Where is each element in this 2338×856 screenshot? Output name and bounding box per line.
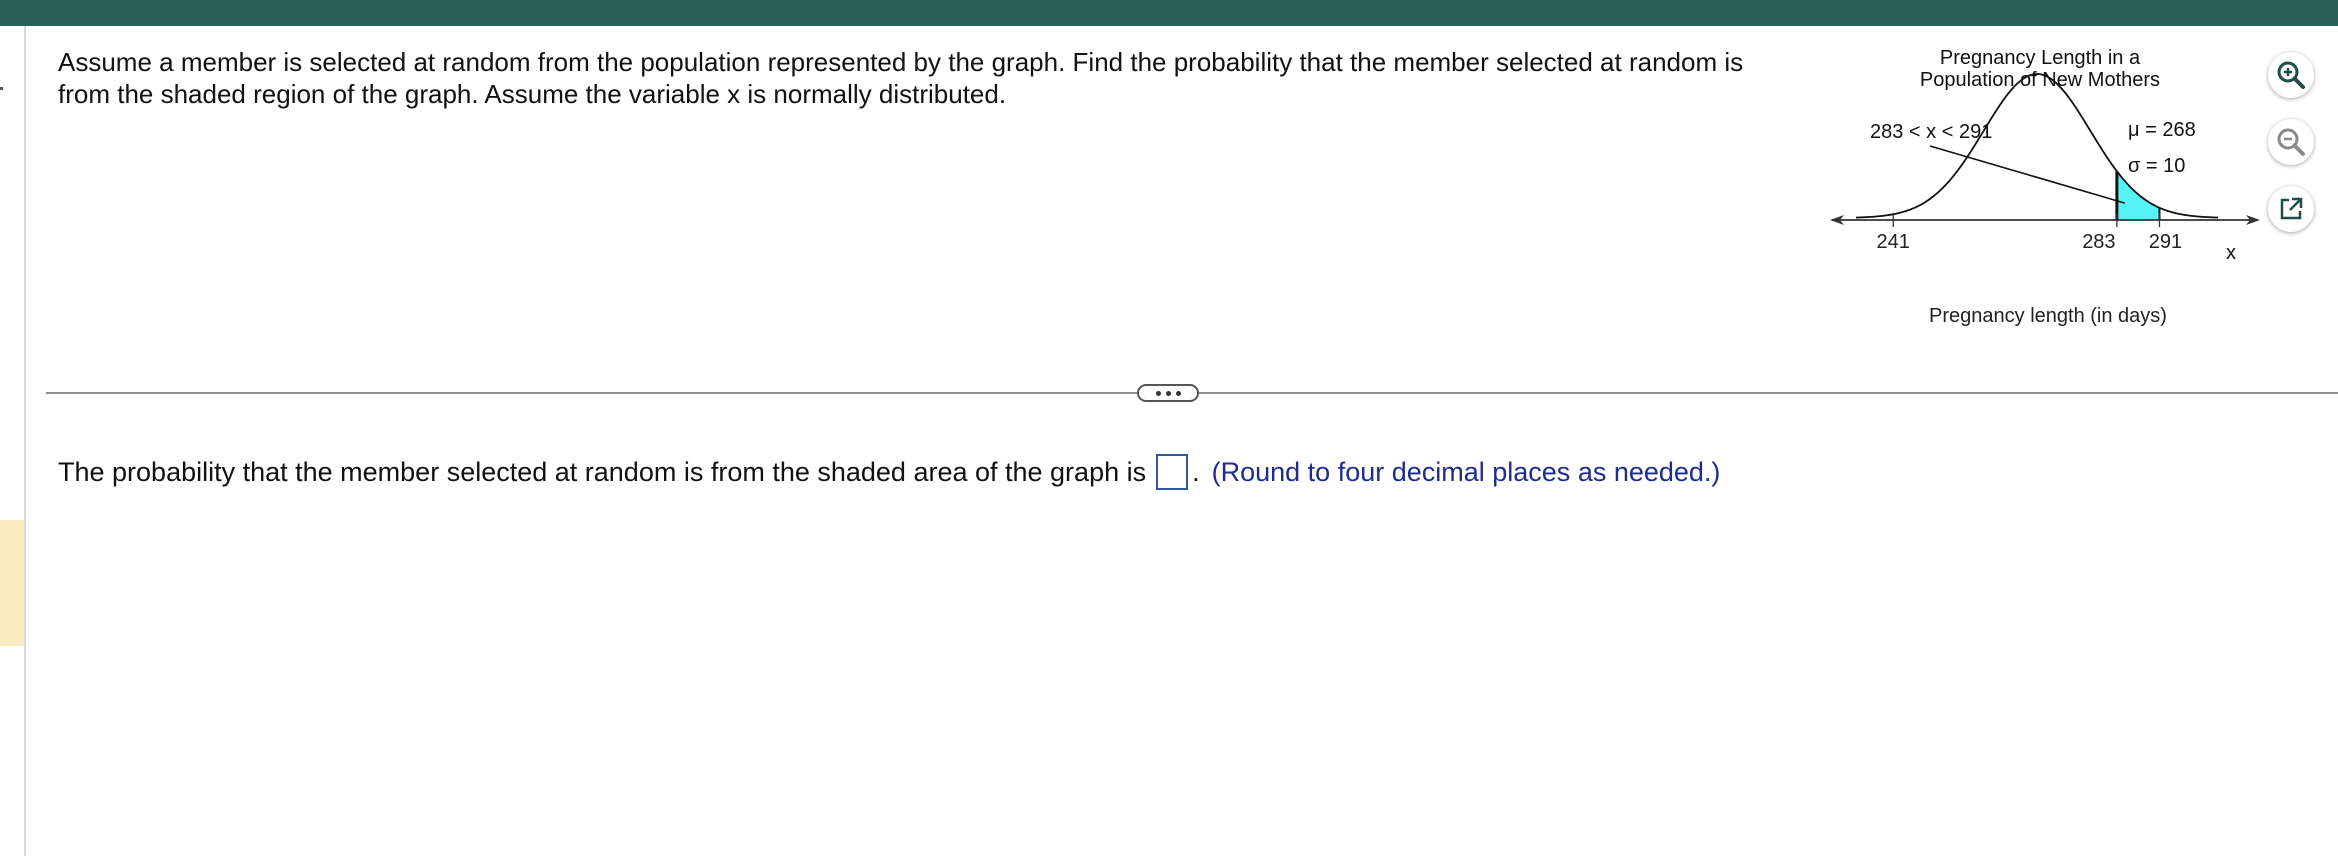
header-bar	[0, 0, 2338, 26]
left-edge-mark	[0, 87, 3, 90]
question-marker	[0, 520, 24, 646]
sd-label: σ = 10	[2128, 155, 2185, 177]
expand-more-button[interactable]	[1137, 384, 1199, 402]
answer-prompt: The probability that the member selected…	[58, 457, 1147, 487]
rounding-hint: (Round to four decimal places as needed.…	[1211, 457, 1721, 487]
figure-title-line-2: Population of New Mothers	[1920, 69, 2160, 91]
normal-curve	[1855, 73, 2219, 219]
x-axis-title: Pregnancy length (in days)	[1929, 305, 2167, 327]
answer-input[interactable]	[1156, 454, 1189, 490]
zoom-in-button[interactable]	[2268, 52, 2314, 98]
answer-period: .	[1192, 457, 1200, 487]
popout-icon	[2280, 197, 2303, 220]
zoom-in-icon	[2277, 61, 2305, 89]
normal-curve-svg: Pregnancy Length in a Population of New …	[1830, 47, 2260, 327]
x-tick-label-283: 283	[2082, 231, 2115, 253]
question-line-1: Assume a member is selected at random fr…	[58, 47, 1744, 77]
mean-label: μ = 268	[2128, 119, 2196, 141]
dot-icon	[1165, 390, 1171, 396]
axis-variable-label: x	[2226, 242, 2236, 264]
dot-icon	[1155, 390, 1161, 396]
region-pointer-line	[1929, 145, 2126, 204]
zoom-out-button[interactable]	[2268, 119, 2314, 165]
x-tick-label-241: 241	[1877, 231, 1910, 253]
left-border	[24, 26, 26, 856]
open-in-new-window-button[interactable]	[2268, 186, 2314, 232]
zoom-out-icon	[2277, 128, 2305, 156]
x-tick-label-291: 291	[2149, 231, 2182, 253]
region-label: 283 < x < 291	[1870, 121, 1992, 143]
figure-title-line-1: Pregnancy Length in a	[1940, 47, 2141, 69]
answer-row: The probability that the member selected…	[58, 454, 1720, 490]
normal-curve-figure: Pregnancy Length in a Population of New …	[1830, 40, 2270, 340]
question-line-2: from the shaded region of the graph. Ass…	[58, 79, 1007, 109]
question-text: Assume a member is selected at random fr…	[58, 46, 1778, 110]
dot-icon	[1175, 390, 1181, 396]
